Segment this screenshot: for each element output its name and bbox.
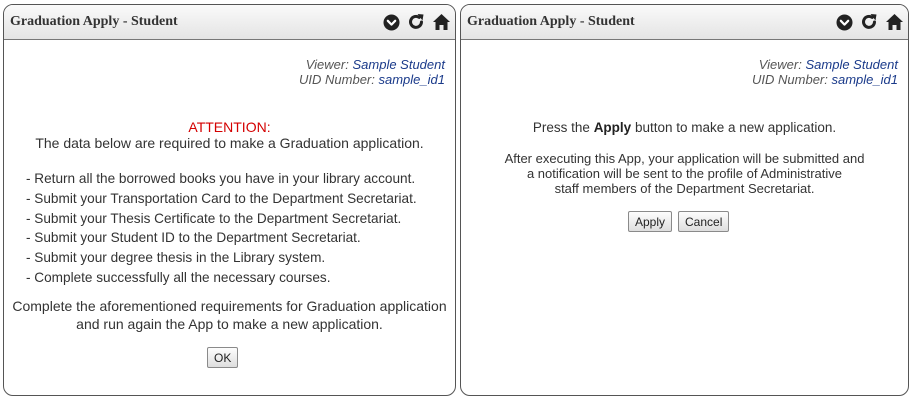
list-item: - Submit your degree thesis in the Libra… — [26, 250, 326, 266]
viewer-info: Viewer: Sample Student UID Number: sampl… — [299, 57, 445, 87]
info-line-1: After executing this App, your applicati… — [504, 151, 865, 166]
closing-line-2: and run again the App to make a new appl… — [76, 316, 383, 332]
refresh-icon[interactable] — [406, 12, 426, 32]
panel-title: Graduation Apply - Student — [10, 14, 178, 29]
apply-button[interactable]: Apply — [628, 211, 673, 232]
press-bold: Apply — [593, 120, 632, 135]
uid-value: sample_id1 — [378, 72, 446, 87]
closing-line-1: Complete the aforementioned requirements… — [12, 298, 447, 314]
cancel-button[interactable]: Cancel — [678, 211, 730, 232]
press-apply-text: Press the Apply button to make a new app… — [461, 120, 908, 135]
requirements-list: - Return all the borrowed books you have… — [26, 169, 417, 288]
viewer-value: Sample Student — [352, 57, 445, 72]
viewer-label: Viewer: — [305, 57, 349, 72]
home-icon[interactable] — [431, 12, 451, 32]
press-prefix: Press the — [532, 120, 590, 135]
uid-label: UID Number: — [299, 72, 375, 87]
list-item: - Submit your Student ID to the Departme… — [26, 230, 361, 246]
uid-label: UID Number: — [752, 72, 828, 87]
panel-header: Graduation Apply - Student — [4, 5, 455, 40]
list-item: - Return all the borrowed books you have… — [26, 171, 416, 186]
attention-heading: ATTENTION: — [188, 119, 271, 135]
info-line-2: a notification will be sent to the profi… — [526, 166, 843, 181]
panel-header: Graduation Apply - Student — [461, 5, 908, 40]
uid-value: sample_id1 — [831, 72, 899, 87]
list-item: - Complete successfully all the necessar… — [26, 269, 331, 285]
chevron-down-circle-icon[interactable] — [834, 12, 854, 32]
ok-button[interactable]: OK — [207, 347, 239, 368]
viewer-value: Sample Student — [805, 57, 898, 72]
chevron-down-circle-icon[interactable] — [381, 12, 401, 32]
list-item: - Submit your Thesis Certificate to the … — [26, 210, 402, 226]
viewer-label: Viewer: — [758, 57, 802, 72]
press-suffix: button to make a new application. — [634, 120, 837, 135]
apply-panel: Graduation Apply - Student Viewer: Sampl… — [460, 4, 909, 396]
list-item: - Submit your Transportation Card to the… — [26, 190, 417, 206]
home-icon[interactable] — [884, 12, 904, 32]
intro-text: The data below are required to make a Gr… — [35, 135, 424, 151]
viewer-info: Viewer: Sample Student UID Number: sampl… — [752, 57, 898, 87]
info-line-3: staff members of the Department Secretar… — [554, 181, 815, 196]
panel-title: Graduation Apply - Student — [467, 14, 635, 29]
refresh-icon[interactable] — [859, 12, 879, 32]
requirements-panel: Graduation Apply - Student Viewer: Sampl… — [3, 4, 456, 396]
